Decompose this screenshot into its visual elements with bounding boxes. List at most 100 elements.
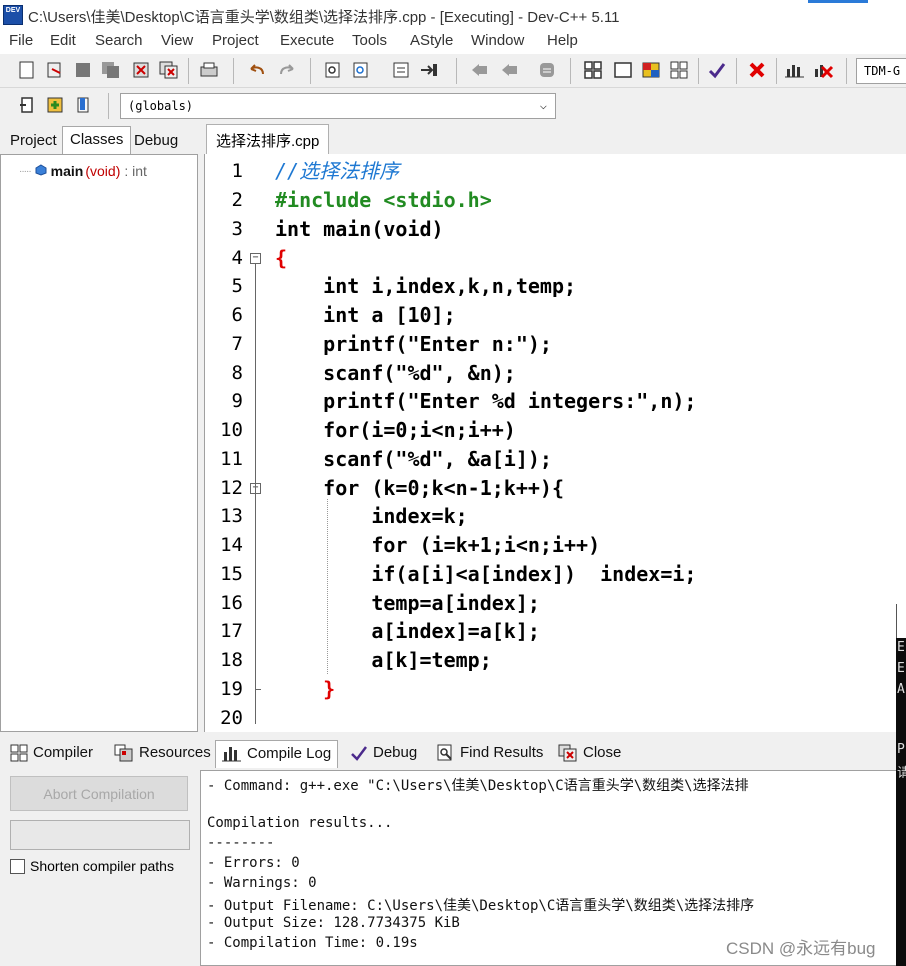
rebuild-icon[interactable] <box>668 59 690 81</box>
shorten-paths-checkbox[interactable] <box>10 859 25 874</box>
menu-file[interactable]: File <box>9 32 33 49</box>
menu-astyle[interactable]: AStyle <box>410 32 453 49</box>
menu-window[interactable]: Window <box>471 32 524 49</box>
compiler-select[interactable]: TDM-G <box>856 58 906 84</box>
toolbar-separator <box>188 58 189 84</box>
code-line: for (k=0;k<n-1;k++){ <box>275 476 564 500</box>
chevron-down-icon[interactable]: ⌵ <box>540 98 547 112</box>
line-number: 4 <box>231 247 243 269</box>
close-all-icon[interactable] <box>158 59 180 81</box>
code-line: scanf("%d", &a[i]); <box>275 447 552 471</box>
menu-tools[interactable]: Tools <box>352 32 387 49</box>
log-line: -------- <box>207 835 275 851</box>
left-panel-tabs: Project Classes Debug <box>0 124 200 155</box>
code-line: scanf("%d", &n); <box>275 361 516 385</box>
code-line: //选择法排序 <box>275 159 400 183</box>
code-line: for(i=0;i<n;i++) <box>275 418 516 442</box>
compile-run-icon[interactable] <box>640 59 662 81</box>
chart-icon <box>222 745 242 768</box>
log-line: - Errors: 0 <box>207 855 300 871</box>
next-bookmark-icon[interactable] <box>498 59 520 81</box>
save-icon[interactable] <box>72 59 94 81</box>
tab-resources-label: Resources <box>139 744 211 761</box>
menu-help[interactable]: Help <box>547 32 578 49</box>
syntax-check-icon[interactable] <box>706 59 728 81</box>
compile-progress-bar <box>10 820 190 850</box>
fold-end-mark <box>255 689 261 690</box>
line-number: 8 <box>231 362 243 384</box>
toolbar-separator <box>570 58 571 84</box>
replace-icon[interactable] <box>350 59 372 81</box>
line-number: 7 <box>231 333 243 355</box>
file-tab[interactable]: 选择法排序.cpp <box>206 124 330 154</box>
redo-icon[interactable] <box>276 59 298 81</box>
menu-view[interactable]: View <box>161 32 193 49</box>
tab-compile-log[interactable]: Compile Log <box>215 740 339 768</box>
save-all-icon[interactable] <box>100 59 122 81</box>
goto-line-icon[interactable] <box>390 59 412 81</box>
title-bar-accent <box>808 0 868 3</box>
tab-compiler[interactable]: Compiler <box>4 740 99 768</box>
code-line: if(a[i]<a[index]) index=i; <box>275 562 697 586</box>
find-icon[interactable] <box>322 59 344 81</box>
tab-project[interactable]: Project <box>3 128 64 154</box>
code-line: int i,index,k,n,temp; <box>275 274 577 298</box>
bottom-panel-tabs: Compiler Resources Compile Log Debug Fin… <box>0 738 900 768</box>
print-icon[interactable] <box>198 59 220 81</box>
scope-select[interactable]: (globals) ⌵ <box>120 93 556 119</box>
line-number-gutter: 1 2 3 4 5 6 7 8 9 10 11 12 13 14 15 16 1… <box>205 154 271 732</box>
line-number: 1 <box>231 160 243 182</box>
console-window-edge[interactable] <box>896 604 906 966</box>
menu-edit[interactable]: Edit <box>50 32 76 49</box>
menu-search[interactable]: Search <box>95 32 143 49</box>
stop-execution-icon[interactable] <box>746 59 768 81</box>
log-line: - Command: g++.exe "C:\Users\佳美\Desktop\… <box>207 778 749 794</box>
tab-find-results[interactable]: Find Results <box>431 740 549 768</box>
delete-profile-icon[interactable] <box>812 59 834 81</box>
code-line: } <box>275 677 336 701</box>
tree-item-signature: (void) <box>85 163 121 179</box>
code-line: { <box>275 246 288 270</box>
menu-bar: File Edit Search View Project Execute To… <box>0 30 906 54</box>
fold-toggle-icon[interactable]: − <box>250 253 261 264</box>
code-line: int a [10]; <box>275 303 456 327</box>
compile-grid-icon[interactable] <box>582 59 604 81</box>
tree-item-main[interactable]: ····· main (void) : int <box>19 163 147 179</box>
scope-select-value: (globals) <box>128 99 194 113</box>
resources-icon <box>114 744 134 767</box>
toolbar-separator <box>736 58 737 84</box>
line-number: 6 <box>231 304 243 326</box>
menu-project[interactable]: Project <box>212 32 259 49</box>
toggle-comment-icon[interactable] <box>536 59 558 81</box>
undo-icon[interactable] <box>246 59 268 81</box>
tab-debug-left[interactable]: Debug <box>127 128 185 154</box>
line-number: 11 <box>220 448 243 470</box>
shorten-paths-label: Shorten compiler paths <box>30 858 174 874</box>
insert-icon[interactable] <box>16 94 38 116</box>
new-file-icon[interactable] <box>16 59 38 81</box>
tab-debug-bottom[interactable]: Debug <box>344 740 423 768</box>
close-file-icon[interactable] <box>130 59 152 81</box>
open-file-icon[interactable] <box>44 59 66 81</box>
profile-chart-icon[interactable] <box>784 59 806 81</box>
add-item-icon[interactable] <box>44 94 66 116</box>
line-number: 3 <box>231 218 243 240</box>
console-text: P <box>897 742 905 757</box>
tab-classes[interactable]: Classes <box>62 126 132 155</box>
console-text: E <box>897 661 905 676</box>
tab-resources[interactable]: Resources <box>108 740 217 768</box>
tab-close[interactable]: Close <box>552 740 627 768</box>
line-number: 13 <box>220 505 243 527</box>
devcpp-app-icon[interactable]: DEV <box>3 5 23 25</box>
abort-compilation-button[interactable]: Abort Compilation <box>10 776 188 811</box>
line-number: 14 <box>220 534 243 556</box>
toolbar-separator <box>456 58 457 84</box>
run-icon[interactable] <box>612 59 634 81</box>
prev-bookmark-icon[interactable] <box>468 59 490 81</box>
menu-execute[interactable]: Execute <box>280 32 334 49</box>
bookmark-list-icon[interactable] <box>72 94 94 116</box>
editor-tabs: 选择法排序.cpp <box>204 124 906 154</box>
indent-icon[interactable] <box>418 59 440 81</box>
tab-compiler-label: Compiler <box>33 744 94 761</box>
code-editor[interactable]: 1 2 3 4 5 6 7 8 9 10 11 12 13 14 15 16 1… <box>204 154 906 732</box>
